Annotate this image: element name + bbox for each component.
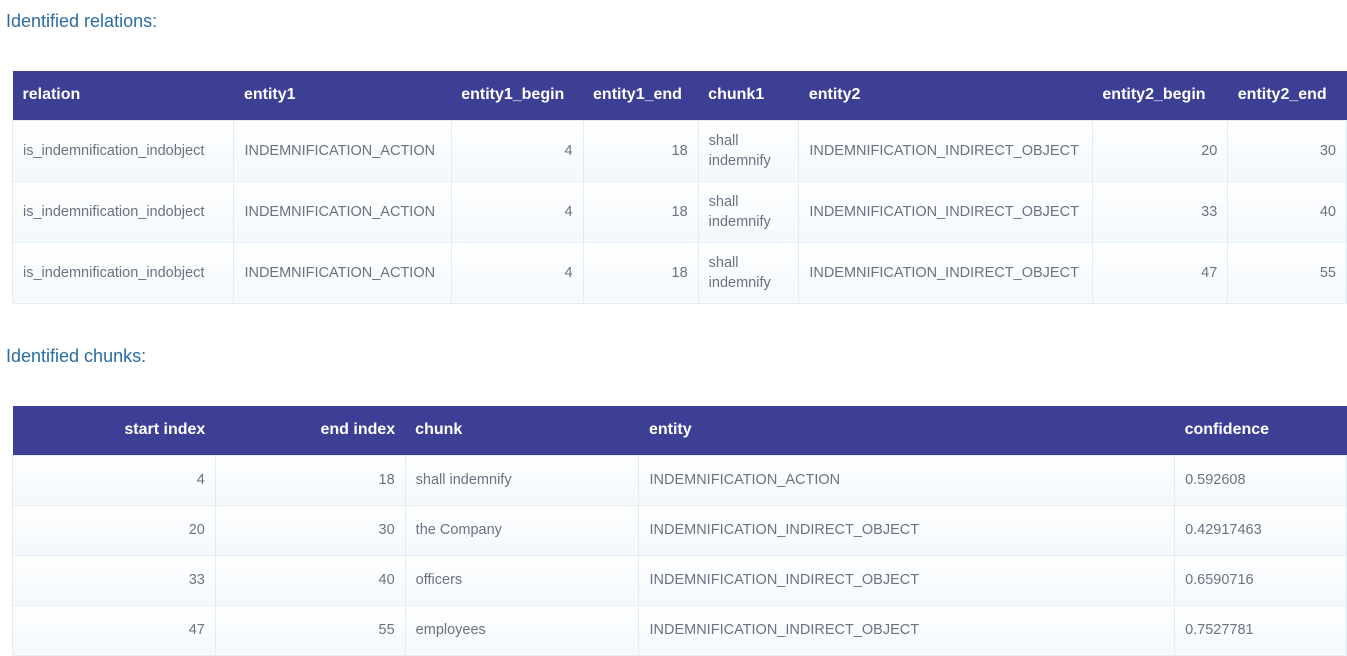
cell-start-index: 4 — [12, 454, 216, 506]
column-header-confidence[interactable]: confidence — [1174, 406, 1347, 455]
cell-entity2-begin: 47 — [1091, 241, 1229, 304]
column-header-start-index[interactable]: start index — [12, 406, 216, 455]
chunks-table-container: start index end index chunk entity confi… — [12, 406, 1347, 656]
cell-entity2: INDEMNIFICATION_INDIRECT_OBJECT — [798, 241, 1093, 304]
table-row: 47 55 employees INDEMNIFICATION_INDIRECT… — [12, 604, 1347, 656]
cell-entity: INDEMNIFICATION_ACTION — [638, 454, 1176, 506]
relations-header-row: relation entity1 entity1_begin entity1_e… — [12, 71, 1347, 120]
cell-end-index: 55 — [214, 604, 406, 656]
cell-end-index: 30 — [214, 504, 406, 556]
table-row: is_indemnification_indobject INDEMNIFICA… — [12, 241, 1347, 304]
cell-chunk: shall indemnify — [404, 454, 640, 506]
cell-start-index: 20 — [12, 504, 216, 556]
cell-confidence: 0.42917463 — [1174, 504, 1347, 556]
cell-chunk: employees — [404, 604, 640, 656]
cell-confidence: 0.7527781 — [1174, 604, 1347, 656]
cell-chunk: the Company — [404, 504, 640, 556]
table-row: is_indemnification_indobject INDEMNIFICA… — [12, 180, 1347, 243]
cell-end-index: 40 — [214, 554, 406, 606]
table-row: 4 18 shall indemnify INDEMNIFICATION_ACT… — [12, 454, 1347, 506]
relations-table-container: relation entity1 entity1_begin entity1_e… — [12, 71, 1347, 304]
cell-entity2-begin: 33 — [1091, 180, 1229, 243]
cell-start-index: 33 — [12, 554, 216, 606]
cell-entity1: INDEMNIFICATION_ACTION — [233, 241, 452, 304]
column-header-entity2[interactable]: entity2 — [798, 71, 1093, 120]
column-header-entity1[interactable]: entity1 — [233, 71, 452, 120]
chunks-title: Identified chunks: — [6, 346, 147, 366]
table-row: 33 40 officers INDEMNIFICATION_INDIRECT_… — [12, 554, 1347, 606]
cell-entity: INDEMNIFICATION_INDIRECT_OBJECT — [638, 604, 1176, 656]
cell-entity1-end: 18 — [582, 241, 699, 304]
cell-entity1-end: 18 — [582, 119, 699, 182]
cell-start-index: 47 — [12, 604, 216, 656]
chunks-table: start index end index chunk entity confi… — [12, 406, 1347, 656]
cell-confidence: 0.592608 — [1174, 454, 1347, 506]
cell-chunk1: shall indemnify — [697, 180, 800, 243]
table-row: is_indemnification_indobject INDEMNIFICA… — [12, 119, 1347, 182]
cell-entity1-begin: 4 — [450, 180, 584, 243]
cell-chunk: officers — [404, 554, 640, 606]
cell-entity2: INDEMNIFICATION_INDIRECT_OBJECT — [798, 180, 1093, 243]
cell-entity1-end: 18 — [582, 180, 699, 243]
column-header-entity1-begin[interactable]: entity1_begin — [451, 71, 584, 120]
cell-entity1: INDEMNIFICATION_ACTION — [233, 180, 452, 243]
cell-entity2-end: 55 — [1227, 241, 1347, 304]
column-header-entity[interactable]: entity — [638, 406, 1175, 455]
column-header-entity2-end[interactable]: entity2_end — [1227, 71, 1347, 120]
cell-entity2-end: 30 — [1227, 119, 1347, 182]
cell-entity1-begin: 4 — [450, 241, 584, 304]
column-header-entity1-end[interactable]: entity1_end — [583, 71, 699, 120]
cell-end-index: 18 — [214, 454, 406, 506]
column-header-relation[interactable]: relation — [12, 71, 234, 120]
cell-entity: INDEMNIFICATION_INDIRECT_OBJECT — [638, 554, 1176, 606]
chunks-header-row: start index end index chunk entity confi… — [12, 406, 1347, 455]
cell-relation: is_indemnification_indobject — [12, 119, 235, 182]
cell-chunk1: shall indemnify — [697, 241, 800, 304]
column-header-chunk1[interactable]: chunk1 — [698, 71, 799, 120]
column-header-chunk[interactable]: chunk — [405, 406, 639, 455]
cell-entity1: INDEMNIFICATION_ACTION — [233, 119, 452, 182]
table-row: 20 30 the Company INDEMNIFICATION_INDIRE… — [12, 504, 1347, 556]
cell-entity2: INDEMNIFICATION_INDIRECT_OBJECT — [798, 119, 1093, 182]
cell-entity: INDEMNIFICATION_INDIRECT_OBJECT — [638, 504, 1176, 556]
cell-chunk1: shall indemnify — [697, 119, 800, 182]
column-header-end-index[interactable]: end index — [215, 406, 406, 455]
cell-entity1-begin: 4 — [450, 119, 584, 182]
cell-entity2-end: 40 — [1227, 180, 1347, 243]
column-header-entity2-begin[interactable]: entity2_begin — [1092, 71, 1228, 120]
relations-title: Identified relations: — [6, 11, 158, 31]
cell-entity2-begin: 20 — [1091, 119, 1229, 182]
cell-relation: is_indemnification_indobject — [12, 241, 235, 304]
cell-relation: is_indemnification_indobject — [12, 180, 235, 243]
cell-confidence: 0.6590716 — [1174, 554, 1347, 606]
relations-table: relation entity1 entity1_begin entity1_e… — [12, 71, 1347, 304]
